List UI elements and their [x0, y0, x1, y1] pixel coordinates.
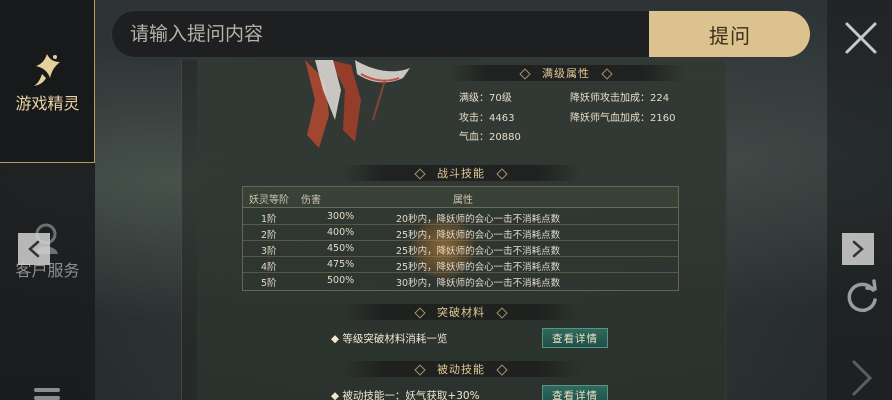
- cell-effect: 25秒内，降妖师的会心一击不消耗点数: [396, 246, 561, 257]
- menu-icon[interactable]: [32, 386, 62, 400]
- table-row: 4阶 475% 25秒内，降妖师的会心一击不消耗点数: [243, 257, 678, 273]
- section-title: 战斗技能: [437, 167, 485, 180]
- breakthrough-line: ◆ 等级突破材料消耗一览: [331, 331, 447, 346]
- cell-tier: 3阶: [261, 246, 277, 257]
- cell-tier: 4阶: [261, 262, 277, 273]
- breakthrough-text: 等级突破材料消耗一览: [342, 333, 448, 345]
- next-page-button[interactable]: [842, 233, 874, 265]
- section-header-max-attributes: 满级属性: [446, 65, 686, 81]
- passive-line: ◆ 被动技能一：妖气获取+30%: [331, 388, 480, 400]
- cell-effect: 25秒内，降妖师的会心一击不消耗点数: [396, 230, 561, 241]
- cell-damage: 300%: [327, 211, 355, 222]
- section-header-combat-skills: 战斗技能: [341, 165, 581, 181]
- sidebar-item-game-sprite[interactable]: 游戏精灵: [0, 0, 95, 163]
- search-bar: 提问: [111, 10, 811, 58]
- cell-effect: 20秒内，降妖师的会心一击不消耗点数: [396, 214, 561, 225]
- skill-table-header: 妖灵等阶 伤害 属性: [243, 187, 678, 208]
- fairy-icon: [34, 54, 60, 86]
- cell-damage: 400%: [327, 227, 355, 238]
- close-icon[interactable]: [843, 20, 879, 56]
- right-sidebar: [827, 0, 892, 400]
- chevron-left-icon: [28, 240, 40, 258]
- table-row: 5阶 500% 30秒内，降妖师的会心一击不消耗点数: [243, 273, 678, 289]
- diamond-bullet-icon: ◆: [331, 390, 343, 400]
- attr-level: 满级：70级: [459, 93, 512, 104]
- chevron-right-icon: [852, 240, 864, 258]
- view-details-button-passive[interactable]: 查看详情: [542, 385, 608, 400]
- attr-hp: 气血：20880: [459, 132, 521, 143]
- attr-attack-bonus: 降妖师攻击加成：224: [570, 93, 670, 104]
- section-header-passive: 被动技能: [341, 361, 581, 377]
- cell-damage: 450%: [327, 243, 355, 254]
- cell-damage: 500%: [327, 275, 355, 286]
- sidebar-item-label: 游戏精灵: [15, 94, 80, 113]
- view-details-button-breakthrough[interactable]: 查看详情: [542, 328, 608, 348]
- col-header-damage: 伤害: [301, 195, 321, 206]
- cell-tier: 2阶: [261, 230, 277, 241]
- passive-text: 被动技能一：妖气获取+30%: [342, 390, 480, 400]
- refresh-icon[interactable]: [843, 278, 881, 316]
- cell-damage: 475%: [327, 259, 355, 270]
- table-row: 1阶 300% 20秒内，降妖师的会心一击不消耗点数: [243, 209, 678, 225]
- section-title: 被动技能: [437, 363, 485, 376]
- cell-effect: 30秒内，降妖师的会心一击不消耗点数: [396, 278, 561, 289]
- col-header-effect: 属性: [453, 195, 473, 206]
- cell-effect: 25秒内，降妖师的会心一击不消耗点数: [396, 262, 561, 273]
- attr-hp-bonus: 降妖师气血加成：2160: [570, 113, 676, 124]
- prev-page-button[interactable]: [18, 233, 50, 265]
- character-art: [305, 60, 410, 148]
- table-row: 2阶 400% 25秒内，降妖师的会心一击不消耗点数: [243, 225, 678, 241]
- attr-attack: 攻击：4463: [459, 113, 515, 124]
- table-row: 3阶 450% 25秒内，降妖师的会心一击不消耗点数: [243, 241, 678, 257]
- section-title: 满级属性: [542, 67, 590, 80]
- ask-button[interactable]: 提问: [649, 11, 810, 57]
- section-title: 突破材料: [437, 306, 485, 319]
- col-header-tier: 妖灵等阶: [249, 195, 289, 206]
- diamond-bullet-icon: ◆: [331, 333, 343, 345]
- chevron-right-icon[interactable]: [850, 358, 874, 398]
- skill-table: 妖灵等阶 伤害 属性 1阶 300% 20秒内，降妖师的会心一击不消耗点数 2阶…: [242, 186, 679, 291]
- question-input[interactable]: [112, 11, 649, 57]
- cell-tier: 5阶: [261, 278, 277, 289]
- cell-tier: 1阶: [261, 214, 277, 225]
- section-header-breakthrough: 突破材料: [341, 304, 581, 320]
